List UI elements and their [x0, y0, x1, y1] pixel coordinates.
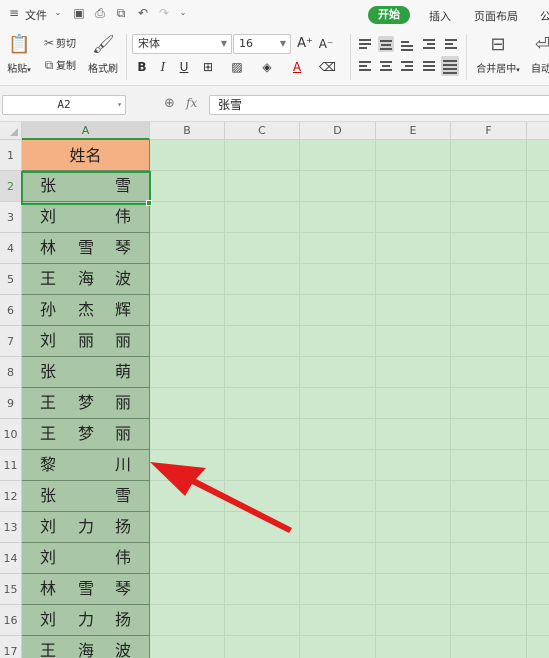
red-arrow-icon — [150, 462, 292, 533]
annotation-arrow — [150, 462, 292, 533]
